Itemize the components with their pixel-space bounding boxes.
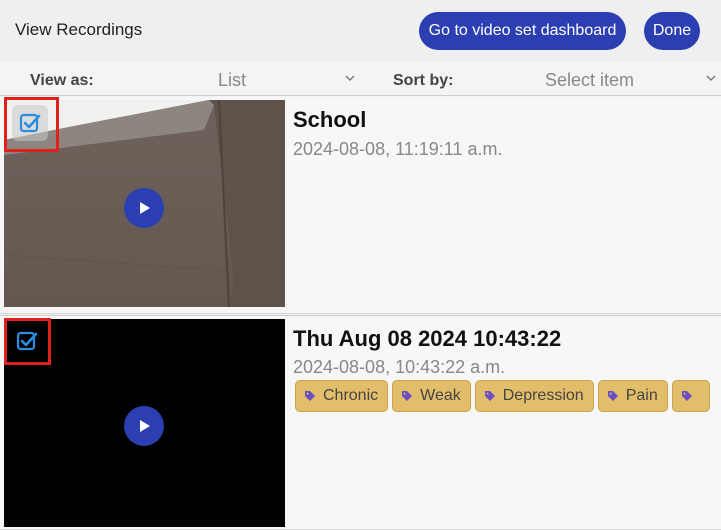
tag-icon [681, 391, 692, 401]
tag-icon [484, 391, 495, 401]
tag-chip[interactable]: Chronic [295, 380, 389, 412]
recording-title: Thu Aug 08 2024 10:43:22 [293, 326, 562, 351]
tag-label: Pain [625, 387, 658, 404]
recording-list-item[interactable]: Thu Aug 08 2024 10:43:22 2024-08-08, 10:… [0, 315, 721, 530]
checkbox-checked-icon [19, 113, 41, 133]
app-header: View Recordings Go to video set dashboar… [0, 0, 721, 62]
recording-date: 2024-08-08, 10:43:22 a.m. [293, 357, 506, 377]
select-checkbox-highlight[interactable] [4, 97, 59, 152]
play-button[interactable] [124, 406, 164, 446]
select-checkbox[interactable] [10, 324, 44, 358]
play-button[interactable] [124, 188, 164, 228]
chevron-down-icon[interactable] [706, 73, 716, 83]
select-checkbox-highlight[interactable] [4, 318, 51, 365]
tag-label: Depression [502, 387, 584, 404]
recording-list-item[interactable]: School 2024-08-08, 11:19:11 a.m. [0, 97, 721, 314]
play-icon [140, 420, 150, 432]
view-as-label: View as: [30, 72, 94, 89]
checkbox-checked-icon [16, 331, 38, 351]
tag-chip[interactable]: Depression [474, 380, 594, 412]
recording-title: School [293, 107, 367, 132]
sort-by-select[interactable]: Select item [545, 70, 634, 91]
video-set-dashboard-button[interactable]: Go to video set dashboard [419, 12, 626, 50]
page-title: View Recordings [15, 20, 143, 39]
tag-list: Chronic Weak Depression Pain [295, 380, 721, 413]
tag-label: Weak [420, 387, 461, 404]
view-as-select[interactable]: List [218, 70, 246, 91]
tag-icon [607, 391, 618, 401]
chevron-down-icon[interactable] [345, 73, 355, 83]
select-checkbox[interactable] [12, 105, 48, 141]
tag-icon [305, 391, 315, 401]
play-icon [140, 202, 150, 214]
tag-icon [402, 391, 413, 401]
list-toolbar: View as: List Sort by: Select item [0, 62, 721, 96]
tag-label: Chronic [323, 387, 379, 404]
done-button[interactable]: Done [644, 12, 700, 50]
sort-by-label: Sort by: [393, 72, 454, 89]
tag-chip[interactable]: Weak [392, 380, 471, 412]
tag-chip[interactable] [671, 380, 710, 412]
recording-date: 2024-08-08, 11:19:11 a.m. [293, 139, 503, 159]
tag-chip[interactable]: Pain [597, 380, 668, 412]
